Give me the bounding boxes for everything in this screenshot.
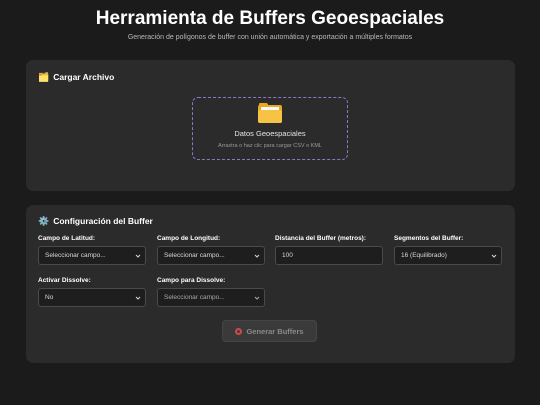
upload-card: 🗂️ Cargar Archivo Datos Geoespaciales Ar…	[26, 60, 515, 191]
distance-label: Distancia del Buffer (metros):	[275, 235, 367, 242]
config-card-title: ⚙️ Configuración del Buffer	[38, 216, 153, 226]
dissolve-label: Activar Dissolve:	[38, 277, 91, 284]
generate-buffers-button[interactable]: Generar Buffers	[222, 320, 317, 342]
dropzone-title: Datos Geoespaciales	[234, 129, 306, 138]
chevron-down-icon	[254, 296, 260, 300]
upload-card-title: 🗂️ Cargar Archivo	[38, 72, 114, 82]
chevron-down-icon	[491, 254, 497, 258]
latitude-label: Campo de Latitud:	[38, 235, 96, 242]
segments-select-value: 16 (Equilibrado)	[401, 252, 447, 259]
longitude-label: Campo de Longitud:	[157, 235, 221, 242]
chevron-down-icon	[135, 254, 141, 258]
config-title-text: Configuración del Buffer	[53, 216, 153, 226]
config-card: ⚙️ Configuración del Buffer Campo de Lat…	[26, 205, 515, 363]
target-icon	[235, 327, 243, 335]
upload-title-text: Cargar Archivo	[53, 72, 115, 82]
dissolve-select[interactable]: No	[38, 288, 146, 307]
latitude-select[interactable]: Seleccionar campo...	[38, 246, 146, 265]
chevron-down-icon	[135, 296, 141, 300]
chevron-down-icon	[254, 254, 260, 258]
distance-input[interactable]: 100	[275, 246, 383, 265]
page-title: Herramienta de Buffers Geoespaciales	[95, 8, 445, 29]
dissolve-field-select-value: Seleccionar campo...	[164, 294, 225, 301]
gear-icon: ⚙️	[38, 215, 50, 226]
segments-select[interactable]: 16 (Equilibrado)	[394, 246, 502, 265]
dropzone-hint: Arrastra o haz clic para cargar CSV o KM…	[218, 143, 322, 149]
segments-label: Segmentos del Buffer:	[394, 235, 464, 242]
generate-button-label: Generar Buffers	[246, 326, 304, 336]
dissolve-select-value: No	[45, 294, 54, 301]
dissolve-field-select[interactable]: Seleccionar campo...	[157, 288, 265, 307]
longitude-select[interactable]: Seleccionar campo...	[157, 246, 265, 265]
file-dropzone[interactable]: Datos Geoespaciales Arrastra o haz clic …	[192, 97, 348, 160]
latitude-select-value: Seleccionar campo...	[45, 252, 106, 259]
page-subtitle: Generación de polígonos de buffer con un…	[127, 34, 413, 41]
folder-icon	[258, 103, 282, 123]
card-file-box-icon: 🗂️	[38, 71, 50, 82]
distance-input-value: 100	[282, 252, 293, 259]
dissolve-field-label: Campo para Dissolve:	[157, 277, 226, 284]
longitude-select-value: Seleccionar campo...	[164, 252, 225, 259]
